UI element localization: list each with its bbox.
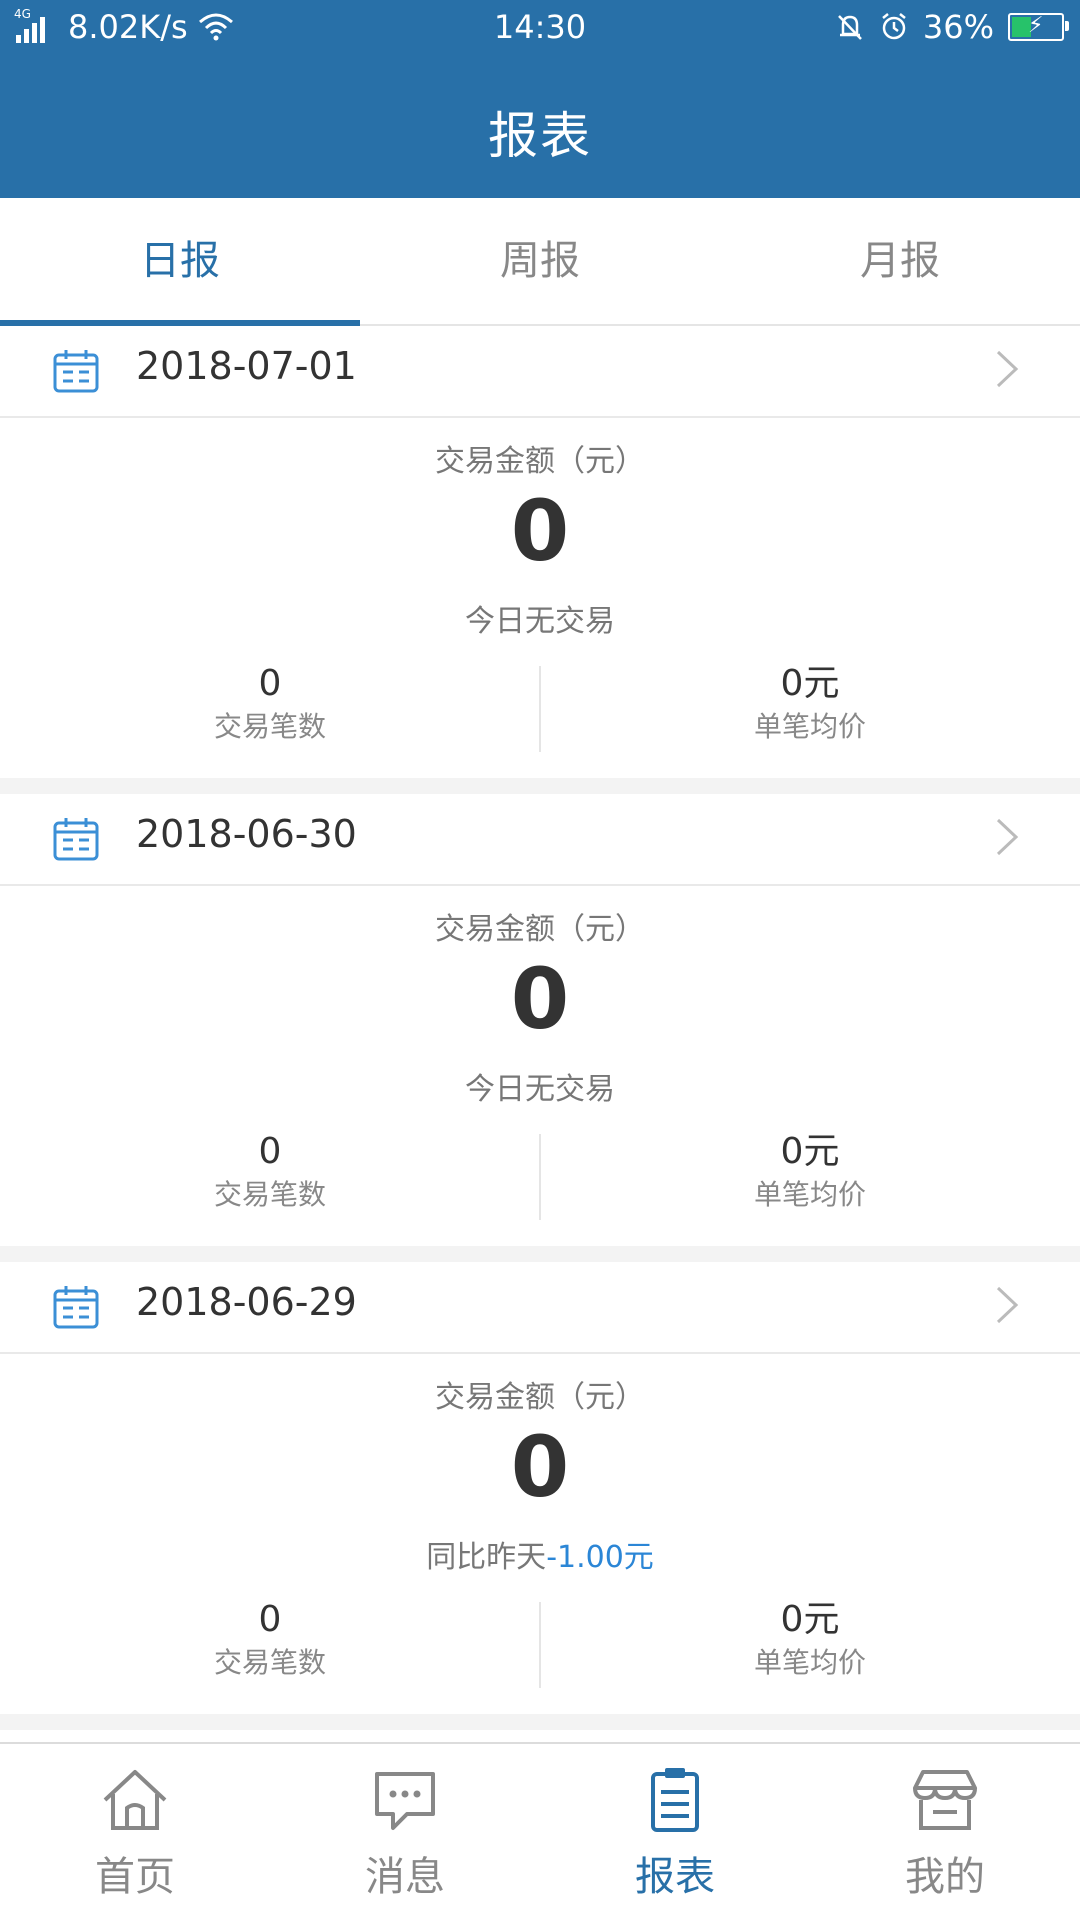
transaction-count: 0 交易笔数 (0, 662, 540, 748)
chevron-right-icon (996, 818, 1019, 856)
average-price: 0元 单笔均价 (540, 662, 1080, 748)
note-text: 今日无交易 (465, 1072, 615, 1107)
amount-value: 0 (510, 482, 570, 580)
tab-monthly[interactable]: 月报 (720, 198, 1080, 324)
note-text: 今日无交易 (465, 604, 615, 639)
average-price: 0元 单笔均价 (540, 1598, 1080, 1684)
amount-value: 0 (510, 1418, 570, 1516)
calendar-icon (53, 350, 99, 393)
amount-note: 今日无交易 (0, 1064, 1080, 1108)
stats-row: 0 交易笔数 0元 单笔均价 (0, 1130, 1080, 1222)
amount-label: 交易金额（元） (435, 912, 645, 947)
amount-note: 同比昨天-1.00元 (0, 1532, 1080, 1576)
avg-label: 单笔均价 (753, 1178, 866, 1211)
stats-row: 0 交易笔数 0元 单笔均价 (0, 1598, 1080, 1690)
report-card: 2018-06-29 交易金额（元） 0 同比昨天-1.00元 0 交易笔数 0… (0, 1262, 1080, 1716)
alarm-icon (882, 13, 906, 40)
home-icon (103, 1770, 167, 1830)
page-title: 报表 (488, 107, 592, 165)
message-icon (375, 1772, 435, 1830)
report-date: 2018-06-29 (136, 1280, 357, 1324)
note-text: 同比昨天 (426, 1540, 547, 1575)
card-spacer (0, 778, 1080, 794)
report-date: 2018-06-30 (136, 812, 357, 856)
bottom-navigation: 首页 消息 报表 我的 (0, 1742, 1080, 1920)
chevron-right-icon (996, 350, 1019, 388)
count-label: 交易笔数 (213, 1178, 326, 1211)
report-date-row[interactable]: 2018-07-01 (0, 326, 1080, 418)
tab-weekly[interactable]: 周报 (360, 198, 720, 324)
tab-daily[interactable]: 日报 (0, 198, 360, 326)
report-card: 2018-07-01 交易金额（元） 0 今日无交易 0 交易笔数 0元 单笔均… (0, 326, 1080, 780)
calendar-icon (53, 1286, 99, 1329)
compare-value: -1.00元 (546, 1540, 654, 1575)
report-date: 2018-07-01 (136, 344, 357, 388)
avg-value: 0元 (780, 1131, 840, 1172)
amount-label: 交易金额（元） (435, 1380, 645, 1415)
nav-reports-label: 报表 (635, 1854, 715, 1900)
nav-messages[interactable]: 消息 (270, 1744, 540, 1920)
battery-icon: ⚡ (1008, 13, 1069, 41)
nav-home-label: 首页 (95, 1854, 175, 1900)
nav-reports[interactable]: 报表 (540, 1744, 810, 1920)
report-tabs: 日报 周报 月报 (0, 198, 1080, 326)
card-spacer (0, 1714, 1080, 1730)
avg-value: 0元 (780, 1599, 840, 1640)
nav-mine[interactable]: 我的 (810, 1744, 1080, 1920)
transaction-count: 0 交易笔数 (0, 1598, 540, 1684)
calendar-icon (53, 818, 99, 861)
count-value: 0 (258, 1599, 282, 1640)
count-value: 0 (258, 663, 282, 704)
avg-label: 单笔均价 (753, 710, 866, 743)
count-label: 交易笔数 (213, 710, 326, 743)
stats-row: 0 交易笔数 0元 单笔均价 (0, 662, 1080, 754)
store-icon (913, 1770, 977, 1830)
amount-note: 今日无交易 (0, 596, 1080, 640)
average-price: 0元 单笔均价 (540, 1130, 1080, 1216)
count-label: 交易笔数 (213, 1646, 326, 1679)
mute-bell-icon (837, 15, 862, 40)
avg-value: 0元 (780, 663, 840, 704)
card-spacer (0, 1246, 1080, 1262)
app-header: 4G 8.02K/s 14:30 36% ⚡ 报表 (0, 0, 1080, 198)
nav-home[interactable]: 首页 (0, 1744, 270, 1920)
chevron-right-icon (996, 1286, 1019, 1324)
nav-mine-label: 我的 (905, 1854, 985, 1900)
transaction-count: 0 交易笔数 (0, 1130, 540, 1216)
nav-messages-label: 消息 (365, 1854, 445, 1900)
count-value: 0 (258, 1131, 282, 1172)
status-bar: 4G 8.02K/s 14:30 36% ⚡ (0, 0, 1080, 58)
battery-percent: 36% (922, 8, 994, 46)
report-icon (651, 1768, 699, 1832)
report-date-row[interactable]: 2018-06-29 (0, 1262, 1080, 1354)
report-date-row[interactable]: 2018-06-30 (0, 794, 1080, 886)
amount-value: 0 (510, 950, 570, 1048)
report-card: 2018-06-30 交易金额（元） 0 今日无交易 0 交易笔数 0元 单笔均… (0, 794, 1080, 1248)
avg-label: 单笔均价 (753, 1646, 866, 1679)
amount-label: 交易金额（元） (435, 444, 645, 479)
